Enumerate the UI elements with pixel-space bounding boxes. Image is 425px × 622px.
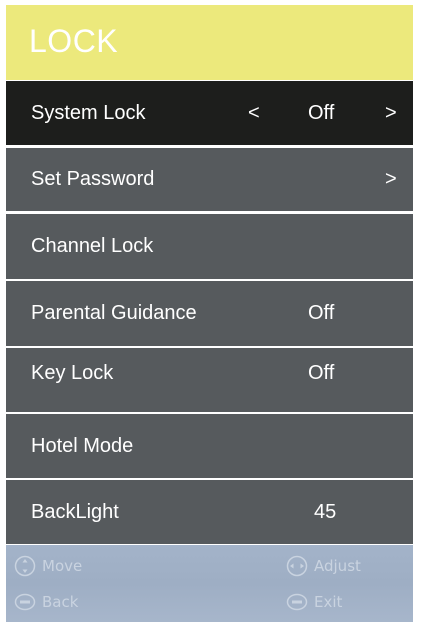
menu-item-label: Set Password xyxy=(31,168,155,190)
increase-arrow[interactable]: > xyxy=(385,81,397,145)
hint-move: Move xyxy=(14,555,82,577)
hint-exit: Exit xyxy=(286,593,342,611)
dpad-icon xyxy=(14,555,36,577)
menu-item-key-lock[interactable]: Key Lock Off xyxy=(6,348,413,412)
backlight-value: 45 xyxy=(314,501,337,523)
enter-arrow[interactable]: > xyxy=(385,148,397,211)
menu-item-set-password[interactable]: Set Password > xyxy=(6,148,413,211)
exit-key-icon xyxy=(286,593,308,611)
hint-adjust: Adjust xyxy=(286,555,361,577)
menu-item-hotel-mode[interactable]: Hotel Mode xyxy=(6,414,413,478)
menu-item-label: Key Lock xyxy=(31,362,114,384)
key-hint-bar: Move Adjust Back Exit xyxy=(6,545,413,622)
menu-item-channel-lock[interactable]: Channel Lock xyxy=(6,214,413,279)
menu-key-icon xyxy=(14,593,36,611)
lock-menu-panel: LOCK System Lock < Off > Set Password > … xyxy=(6,5,413,622)
menu-item-label: Hotel Mode xyxy=(31,435,134,457)
decrease-arrow[interactable]: < xyxy=(248,81,260,145)
menu-item-label: BackLight xyxy=(31,501,119,523)
hint-back: Back xyxy=(14,593,78,611)
hint-back-label: Back xyxy=(42,593,79,611)
hint-move-label: Move xyxy=(42,557,83,575)
menu-item-backlight[interactable]: BackLight 45 xyxy=(6,480,413,544)
menu-item-label: Channel Lock xyxy=(31,235,154,257)
menu-title: LOCK xyxy=(29,23,119,59)
parental-guidance-value: Off xyxy=(308,302,335,324)
menu-item-parental-guidance[interactable]: Parental Guidance Off xyxy=(6,281,413,346)
left-right-icon xyxy=(286,555,308,577)
menu-header: LOCK xyxy=(6,5,413,80)
menu-item-label: System Lock xyxy=(31,102,146,124)
menu-item-system-lock[interactable]: System Lock < Off > xyxy=(6,81,413,145)
hint-exit-label: Exit xyxy=(314,593,343,611)
menu-item-label: Parental Guidance xyxy=(31,302,197,324)
system-lock-value: Off xyxy=(308,102,335,124)
hint-adjust-label: Adjust xyxy=(314,557,361,575)
key-lock-value: Off xyxy=(308,362,335,384)
